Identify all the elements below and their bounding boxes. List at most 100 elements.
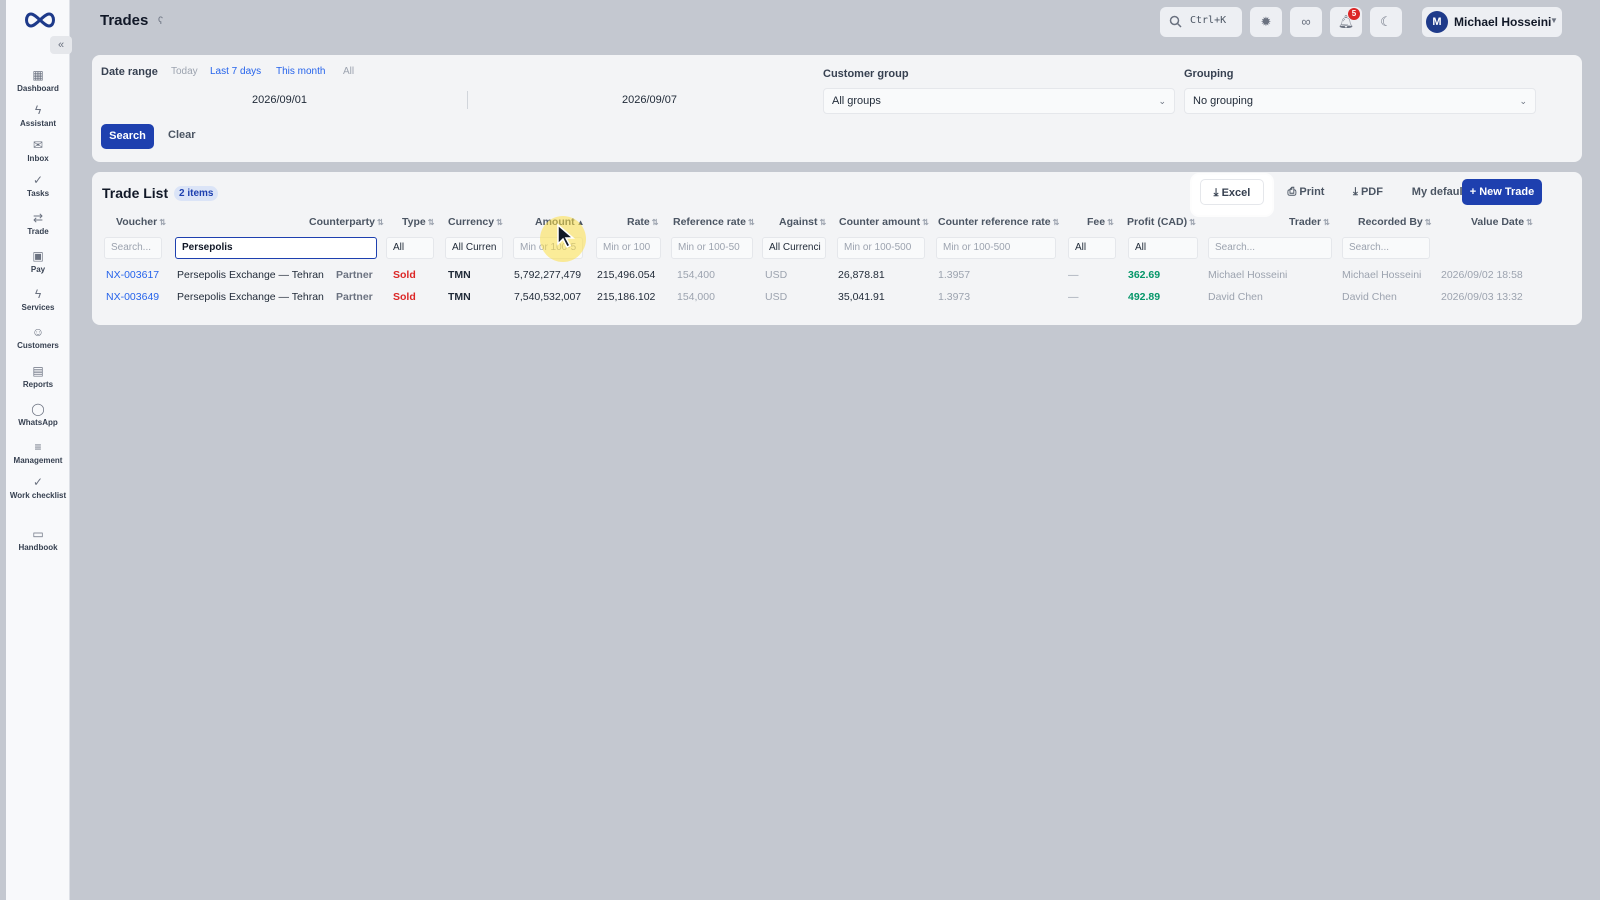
amount-cell: 5,792,277,479: [514, 269, 582, 281]
filter-panel: Date range Today Last 7 days This month …: [92, 55, 1582, 162]
filter-fee-select[interactable]: All: [1068, 237, 1116, 259]
column-header-value-date[interactable]: Value Date ⇅: [1471, 216, 1533, 228]
currency-cell: TMN: [448, 291, 471, 303]
sidebar-item-customers[interactable]: ☺ Customers: [6, 324, 70, 358]
filter-rate-input[interactable]: Min or 100: [596, 237, 661, 259]
grouping-select[interactable]: No grouping ⌄: [1184, 88, 1536, 114]
notifications-button[interactable]: 🔔︎ 5: [1330, 7, 1362, 37]
column-header-counter-reference-rate[interactable]: Counter reference rate ⇅: [938, 216, 1059, 228]
user-menu[interactable]: M Michael Hosseini ▼: [1422, 7, 1562, 37]
against-cell: USD: [765, 291, 788, 303]
filter-reference-rate-input[interactable]: Min or 100-50: [671, 237, 753, 259]
voucher-link[interactable]: NX-003617: [106, 269, 159, 281]
quick-range-this-month[interactable]: This month: [276, 66, 325, 77]
filter-profit-select[interactable]: All: [1128, 237, 1198, 259]
filter-against-select[interactable]: All Currenci: [762, 237, 826, 259]
against-cell: USD: [765, 269, 788, 281]
sidebar-item-reports[interactable]: ▤ Reports: [6, 363, 70, 397]
bolt-icon: ϟ: [34, 103, 42, 117]
check-icon: ✓: [32, 173, 44, 187]
filter-counter-reference-rate-input[interactable]: Min or 100-500: [936, 237, 1056, 259]
column-header-trader[interactable]: Trader ⇅: [1289, 216, 1330, 228]
wallet-icon: ▣: [32, 249, 44, 263]
bug-icon: ✹: [1260, 14, 1272, 29]
page-title: Trades: [100, 12, 149, 29]
global-search-button[interactable]: Ctrl+K: [1160, 7, 1242, 37]
column-header-profit[interactable]: Profit (CAD) ⇅: [1127, 216, 1196, 228]
collapse-sidebar-button[interactable]: «: [50, 36, 72, 54]
sidebar-item-services[interactable]: ϟ Services: [6, 286, 70, 320]
filter-counter-amount-input[interactable]: Min or 100-500: [837, 237, 925, 259]
grouping-label: Grouping: [1184, 68, 1234, 80]
user-name: Michael Hosseini: [1454, 15, 1552, 29]
trader-cell: Michael Hosseini: [1208, 269, 1288, 281]
fee-cell: —: [1068, 269, 1079, 281]
sidebar-item-trade[interactable]: ⇄ Trade: [6, 210, 70, 244]
app-logo[interactable]: [22, 10, 58, 30]
customer-group-select[interactable]: All groups ⌄: [823, 88, 1175, 114]
sidebar-item-management[interactable]: ≡ Management: [6, 439, 70, 473]
filter-counterparty-input[interactable]: Persepolis: [175, 237, 377, 259]
date-from-input[interactable]: 2026/09/01: [102, 89, 457, 111]
type-cell: Sold: [393, 269, 416, 281]
filter-recorded-by-input[interactable]: Search...: [1342, 237, 1430, 259]
voucher-link[interactable]: NX-003649: [106, 291, 159, 303]
chat-icon: ◯: [31, 402, 45, 416]
date-to-input[interactable]: 2026/09/07: [472, 89, 827, 111]
column-header-rate[interactable]: Rate ⇅: [627, 216, 658, 228]
recorded-by-cell: Michael Hosseini: [1342, 269, 1422, 281]
quick-range-today[interactable]: Today: [171, 66, 198, 77]
filter-trader-input[interactable]: Search...: [1208, 237, 1332, 259]
export-pdf-button[interactable]: ⤓ PDF: [1344, 179, 1392, 205]
column-header-reference-rate[interactable]: Reference rate ⇅: [673, 216, 755, 228]
column-header-type[interactable]: Type ⇅: [402, 216, 434, 228]
notification-badge: 5: [1348, 8, 1360, 20]
dark-mode-toggle[interactable]: ☾: [1370, 7, 1402, 37]
export-excel-button[interactable]: ⤓ Excel: [1200, 179, 1264, 205]
sidebar-item-dashboard[interactable]: ▦ Dashboard: [6, 67, 70, 101]
column-header-fee[interactable]: Fee ⇅: [1087, 216, 1114, 228]
sidebar-item-handbook[interactable]: ▭ Handbook: [6, 526, 70, 560]
bug-report-button[interactable]: ✹: [1250, 7, 1282, 37]
column-header-against[interactable]: Against ⇅: [779, 216, 826, 228]
print-button[interactable]: ⎙ Print: [1280, 179, 1332, 205]
download-icon: ⤓: [1213, 187, 1219, 199]
sidebar-item-pay[interactable]: ▣ Pay: [6, 248, 70, 282]
sidebar: « ▦ Dashboard ϟ Assistant ✉ Inbox ✓ Task…: [6, 0, 72, 900]
clear-button[interactable]: Clear: [168, 129, 196, 141]
sidebar-item-inbox[interactable]: ✉ Inbox: [6, 137, 70, 171]
swap-icon: ⇄: [32, 211, 44, 225]
filter-type-select[interactable]: All: [386, 237, 434, 259]
new-trade-button[interactable]: + New Trade: [1462, 179, 1542, 205]
fee-cell: —: [1068, 291, 1079, 303]
value-date-cell: 2026/09/03 13:32: [1441, 291, 1523, 303]
filter-voucher-input[interactable]: Search...: [104, 237, 162, 259]
link-icon: ∞: [1301, 14, 1311, 29]
sidebar-item-work-checklist[interactable]: ✓ Work checklist: [6, 474, 70, 508]
quick-range-all[interactable]: All: [343, 66, 354, 77]
partner-tag: Partner: [336, 269, 373, 281]
moon-icon: ☾: [1380, 14, 1392, 29]
column-header-counter-amount[interactable]: Counter amount ⇅: [839, 216, 929, 228]
column-header-currency[interactable]: Currency ⇅: [448, 216, 503, 228]
customer-group-label: Customer group: [823, 68, 909, 80]
counter-reference-rate-cell: 1.3973: [938, 291, 971, 303]
sidebar-item-whatsapp[interactable]: ◯ WhatsApp: [6, 401, 70, 435]
avatar: M: [1426, 11, 1448, 33]
column-header-counterparty[interactable]: Counterparty ⇅: [309, 216, 384, 228]
value-date-cell: 2026/09/02 18:58: [1441, 269, 1523, 281]
search-button[interactable]: Search: [101, 124, 154, 149]
caret-down-icon: ▼: [1550, 16, 1558, 25]
sidebar-item-tasks[interactable]: ✓ Tasks: [6, 172, 70, 206]
info-icon[interactable]: ʕ: [158, 16, 163, 27]
quick-range-last-7-days[interactable]: Last 7 days: [210, 66, 261, 77]
date-range-label: Date range: [101, 66, 158, 78]
column-header-recorded-by[interactable]: Recorded By ⇅: [1358, 216, 1431, 228]
filter-currency-select[interactable]: All Curren: [445, 237, 503, 259]
top-bar: Trades ʕ Ctrl+K ✹ ∞ 🔔︎ 5 ☾ M Michael Hos…: [70, 0, 1600, 44]
search-shortcut: Ctrl+K: [1190, 15, 1227, 26]
document-icon: ▤: [32, 364, 44, 378]
link-button[interactable]: ∞: [1290, 7, 1322, 37]
column-header-voucher[interactable]: Voucher ⇅: [116, 216, 166, 228]
sidebar-item-assistant[interactable]: ϟ Assistant: [6, 102, 70, 136]
